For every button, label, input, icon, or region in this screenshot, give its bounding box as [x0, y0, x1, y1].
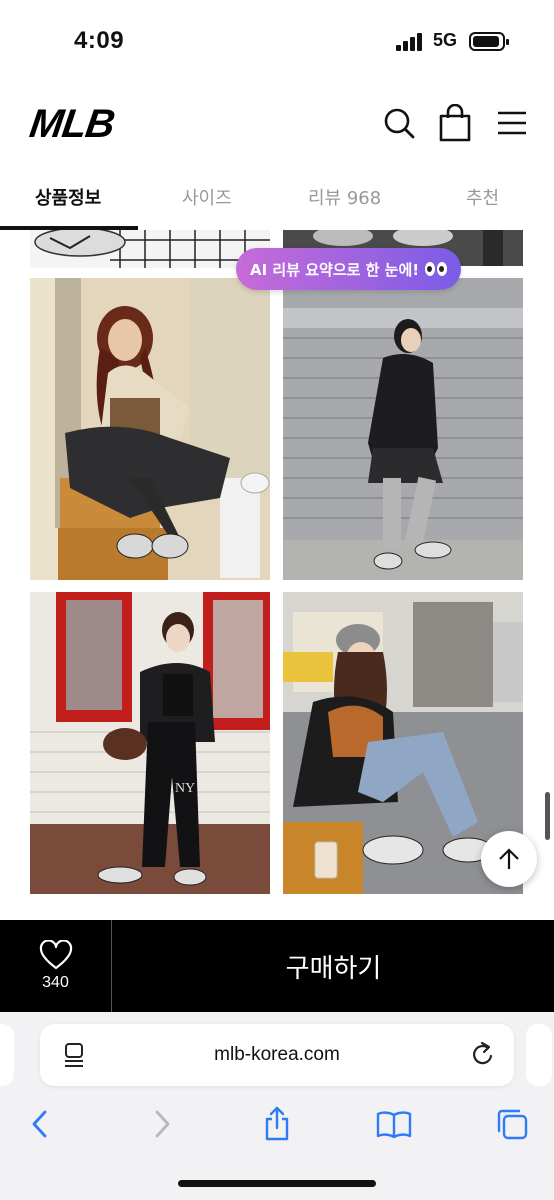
signal-strength-icon [396, 33, 426, 51]
scroll-indicator[interactable] [545, 792, 550, 840]
back-button[interactable] [20, 1104, 60, 1144]
status-bar: 4:09 5G [0, 0, 554, 84]
tabs-button[interactable] [492, 1104, 532, 1144]
previous-tab-peek[interactable] [0, 1024, 14, 1086]
network-type: 5G [433, 30, 458, 50]
heart-icon [39, 940, 72, 970]
svg-text:NY: NY [175, 781, 195, 796]
buy-button[interactable]: 구매하기 [113, 920, 554, 1012]
ai-review-summary-label: AI 리뷰 요약으로 한 눈에! [250, 260, 420, 279]
product-detail-content: NY [0, 230, 554, 920]
like-count: 340 [42, 974, 69, 991]
product-tabs: 상품정보 사이즈 리뷰 968 추천 [0, 172, 554, 230]
eyes-emoji-icon [425, 262, 448, 276]
book-icon [376, 1111, 412, 1139]
product-photo-2 [283, 278, 523, 580]
home-indicator[interactable] [178, 1180, 376, 1187]
tab-recommend[interactable]: 추천 [466, 184, 499, 210]
search-icon[interactable] [382, 104, 416, 142]
browser-toolbar: mlb-korea.com [0, 1012, 554, 1200]
site-header: MLB [0, 84, 554, 164]
share-button[interactable] [257, 1104, 297, 1144]
reload-icon [473, 1041, 493, 1065]
chevron-left-icon [32, 1110, 47, 1138]
like-button[interactable]: 340 [0, 920, 112, 1012]
share-icon [265, 1106, 289, 1141]
scroll-to-top-button[interactable] [481, 831, 537, 887]
forward-button[interactable] [142, 1104, 182, 1144]
tab-reviews[interactable]: 리뷰 968 [308, 184, 381, 210]
tabs-overview-icon [497, 1109, 528, 1140]
bookmarks-button[interactable] [374, 1104, 414, 1144]
product-image-partial-left [30, 230, 270, 268]
url-text: mlb-korea.com [214, 1044, 340, 1065]
shopping-bag-icon[interactable] [438, 103, 472, 142]
purchase-bar: 340 구매하기 [0, 920, 554, 1012]
tab-product-info[interactable]: 상품정보 [35, 184, 101, 210]
battery-icon [469, 32, 509, 51]
status-time: 4:09 [74, 27, 125, 54]
product-photo-1 [30, 278, 270, 580]
chevron-right-icon [155, 1110, 170, 1138]
address-bar[interactable]: mlb-korea.com [40, 1024, 514, 1086]
menu-icon[interactable] [495, 104, 529, 142]
next-tab-peek[interactable] [526, 1024, 552, 1086]
product-photo-3: NY [30, 592, 270, 894]
arrow-up-icon [499, 848, 519, 869]
ai-review-summary-button[interactable]: AI 리뷰 요약으로 한 눈에! [236, 248, 462, 290]
tab-size[interactable]: 사이즈 [182, 184, 232, 210]
mlb-logo[interactable]: MLB [27, 102, 117, 147]
